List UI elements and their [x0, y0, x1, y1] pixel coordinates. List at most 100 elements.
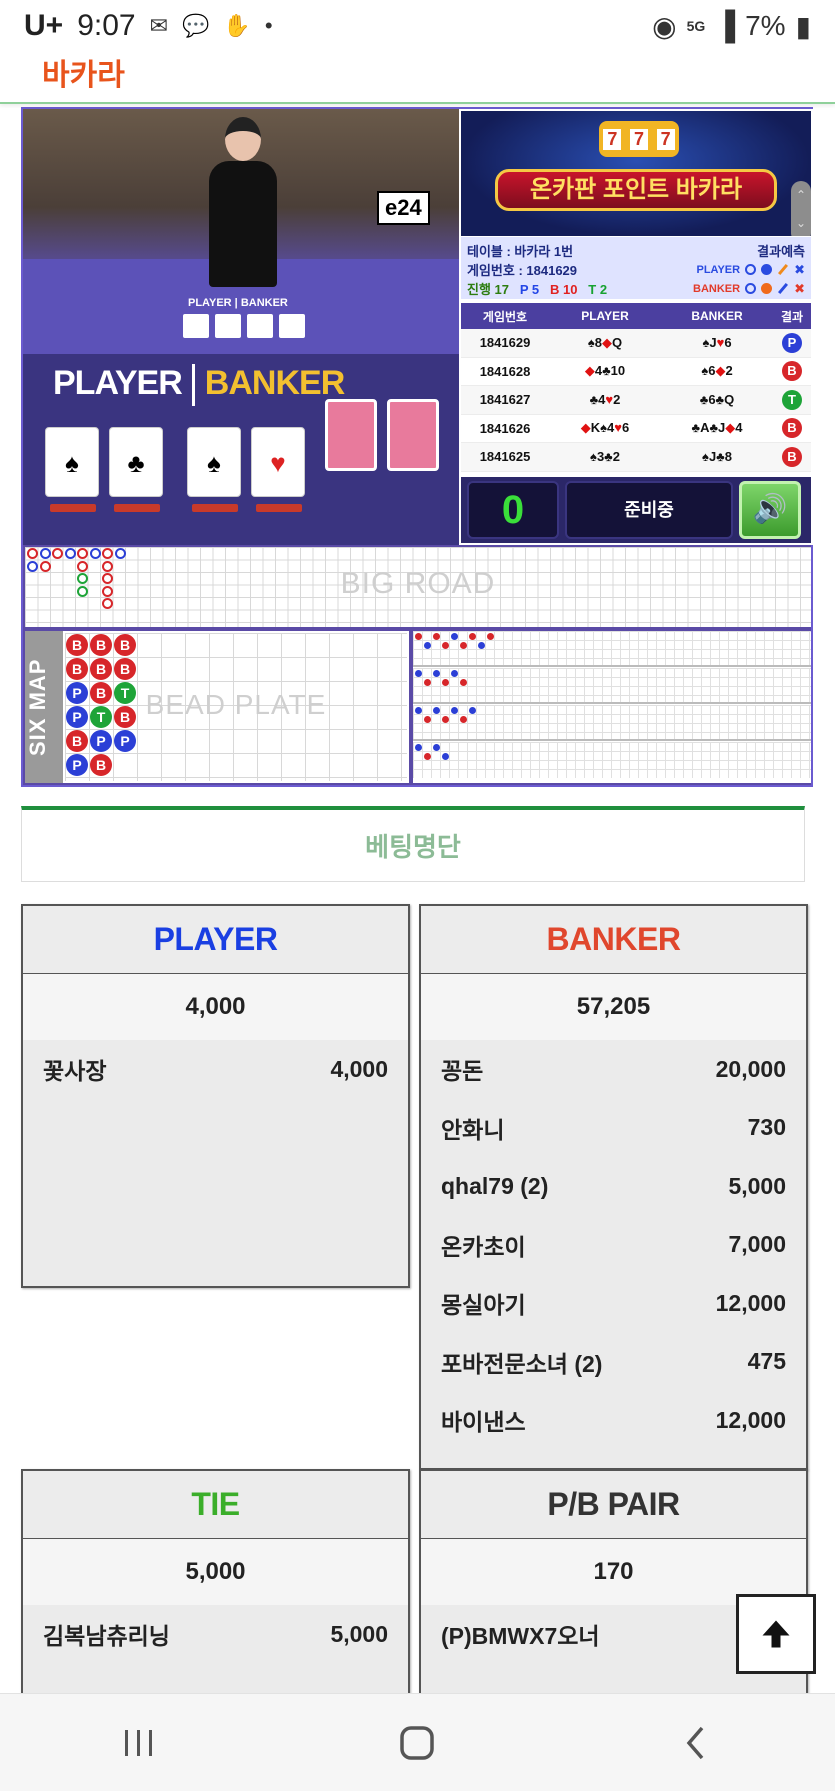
history-banker-cards: ♣6♣Q — [699, 392, 735, 408]
player-card-2: ♣ — [109, 427, 163, 512]
progress-counts: 진행 17 P 5 B 10 T 2 — [467, 279, 607, 298]
six-map-label: SIX MAP — [25, 631, 63, 783]
live-video[interactable]: e24 PLAYER | BANKER PLAYER BANKER ♠ ♣ ♠ ♥ — [23, 109, 459, 545]
bet-amount: 7,000 — [728, 1231, 786, 1258]
banker-count: B 10 — [549, 282, 578, 297]
x-icon[interactable]: ✖ — [794, 281, 805, 297]
history-player-cards: ◆4♣10 — [584, 363, 626, 379]
bettor-name: (P)BMWX7오너 — [441, 1623, 600, 1650]
home-icon — [400, 1725, 435, 1760]
history-result: T — [773, 389, 811, 410]
countdown-timer: 0 — [467, 481, 559, 539]
outline-circle-icon[interactable] — [745, 283, 757, 294]
derived-road-mark — [451, 707, 458, 714]
progress-label: 진행 17 — [467, 282, 509, 297]
betting-list-header: 베팅명단 — [21, 806, 805, 882]
banker-bets-list: 꽁돈 20,000 안화니 730 qhal79 (2) 5,000 온카초이 7,000 몽실… — [421, 1040, 806, 1450]
history-banker-cards: ♣A♣J◆4 — [691, 420, 743, 436]
derived-road-mark — [469, 633, 476, 640]
bet-amount: 475 — [747, 1348, 786, 1375]
scroll-to-top-button[interactable] — [736, 1594, 816, 1674]
pencil-icon[interactable] — [778, 263, 789, 276]
bettor-name: qhal79 (2) — [441, 1172, 549, 1199]
info-panel: 7 7 7 온카판 포인트 바카라 ⌃ ⌄ 테이블 : 바카라 1번 결과예측 게… — [459, 109, 813, 545]
col-player: PLAYER — [581, 309, 629, 323]
recent-apps-button[interactable] — [99, 1713, 179, 1773]
big-road-mark — [102, 573, 113, 584]
big-road-mark — [64, 548, 76, 559]
divider — [191, 364, 195, 407]
player-banker-header: PLAYER BANKER — [53, 364, 345, 407]
promo-banner[interactable]: 7 7 7 온카판 포인트 바카라 ⌃ ⌄ — [461, 111, 811, 236]
status-right: ◉ 5G ▐ 7% ▮ — [652, 10, 811, 43]
history-game-no: 1841628 — [479, 363, 531, 379]
big-road-mark — [89, 548, 101, 559]
banker-label: BANKER — [204, 364, 345, 402]
bead-mark: B — [114, 658, 136, 680]
history-player-cards: ♣4♥2 — [589, 392, 621, 408]
bet-entry: 꽃사장 4,000 — [23, 1040, 408, 1099]
col-result: 결과 — [780, 309, 804, 324]
home-button[interactable] — [377, 1713, 457, 1773]
history-player-cards: ♠8◆Q — [587, 334, 623, 350]
bead-mark: T — [114, 682, 136, 704]
history-game-no: 1841626 — [479, 420, 531, 436]
bet-entry: 김복남츄리닝 5,000 — [23, 1605, 408, 1664]
app-bar: 바카라 — [0, 52, 835, 104]
big-road-mark — [102, 585, 113, 597]
big-road-mark — [27, 560, 38, 572]
game-meta: 테이블 : 바카라 1번 결과예측 게임번호 : 1841629 PLAYER … — [461, 237, 811, 299]
bettor-name: 온카초이 — [441, 1233, 526, 1260]
bead-mark: B — [90, 682, 112, 704]
derived-road-mark — [433, 670, 440, 677]
back-icon — [686, 1726, 704, 1759]
bettor-name: 안화니 — [441, 1116, 505, 1143]
dealer-head — [225, 117, 261, 161]
history-result: P — [773, 332, 811, 353]
mini-banker-label: BANKER — [240, 297, 288, 309]
bet-amount: 12,000 — [715, 1289, 786, 1316]
bettor-name: 몽실아기 — [441, 1292, 526, 1319]
tie-bets-panel: TIE 5,000 김복남츄리닝 5,000 — [21, 1469, 410, 1709]
banker-bets-title: BANKER — [421, 906, 806, 974]
extra-road — [413, 742, 811, 778]
big-road-mark — [77, 585, 88, 597]
banker-prediction: BANKER ✖ — [693, 281, 805, 297]
x-icon[interactable]: ✖ — [794, 262, 805, 278]
history-header: 게임번호 PLAYER BANKER 결과 — [461, 303, 811, 329]
bet-amount: 5,000 — [728, 1172, 786, 1199]
filled-circle-icon[interactable] — [761, 264, 773, 275]
big-road-mark — [77, 560, 88, 572]
filled-circle-icon[interactable] — [761, 283, 773, 294]
tie-bets-title: TIE — [23, 1471, 408, 1539]
mini-player-label: PLAYER — [188, 297, 232, 309]
pencil-icon[interactable] — [778, 282, 789, 295]
derived-road-mark — [433, 633, 440, 640]
bet-amount: 20,000 — [715, 1055, 786, 1082]
derived-road-mark — [415, 744, 422, 751]
history-row: 1841628 ◆4♣10 ♠6◆2 B — [461, 358, 811, 386]
big-road: BIG ROAD — [25, 547, 811, 627]
bettor-name: 바이낸스 — [441, 1409, 526, 1436]
carrier-label: U+ — [24, 9, 64, 42]
back-button[interactable] — [656, 1713, 736, 1773]
scroll-knob[interactable]: ⌃ ⌄ — [791, 181, 811, 236]
bet-entry: 온카초이 7,000 — [421, 1216, 806, 1275]
sound-toggle-button[interactable]: 🔊 — [739, 481, 801, 539]
player-bets-total: 4,000 — [23, 974, 408, 1040]
player-bets-list: 꽃사장 4,000 — [23, 1040, 408, 1099]
outline-circle-icon[interactable] — [745, 264, 757, 275]
player-label: PLAYER — [53, 364, 183, 402]
player-count: P 5 — [519, 282, 540, 297]
history-game-no: 1841625 — [479, 449, 531, 465]
banker-bets-total: 57,205 — [421, 974, 806, 1040]
app-title[interactable]: 바카라 — [42, 50, 125, 94]
history-banker-cards: ♠J♣8 — [702, 449, 732, 465]
round-status: 준비중 — [565, 481, 733, 539]
derived-road-mark — [424, 716, 431, 723]
talk-icon: 💬 — [182, 13, 210, 38]
battery-icon: ▮ — [795, 10, 811, 42]
history-row: 1841629 ♠8◆Q ♠J♥6 P — [461, 329, 811, 358]
banner-title: 온카판 포인트 바카라 — [495, 169, 777, 211]
bead-mark: B — [90, 634, 112, 656]
